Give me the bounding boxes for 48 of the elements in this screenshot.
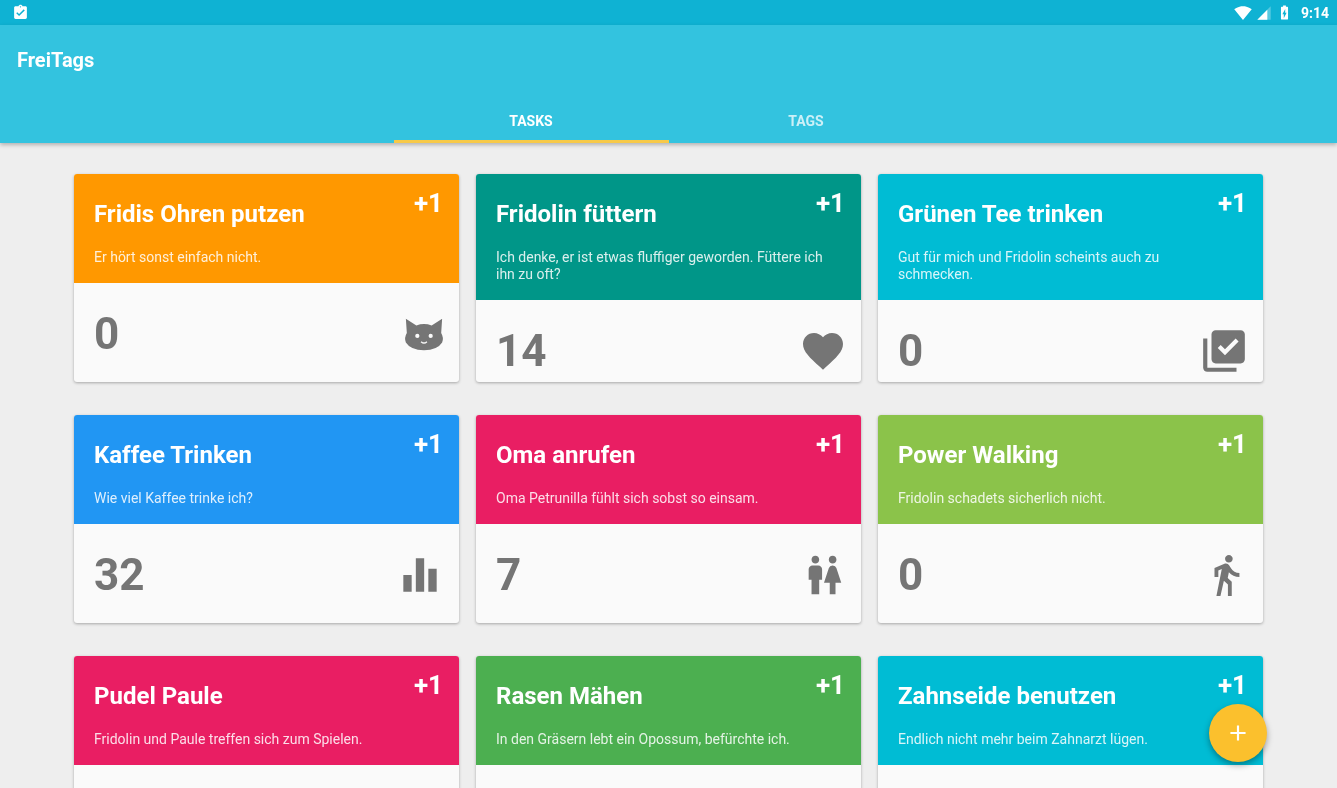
increment-button[interactable]: +1 (1217, 670, 1247, 700)
app-title: FreiTags (16, 47, 96, 74)
task-title: Grünen Tee trinken (898, 200, 1104, 228)
increment-button[interactable]: +1 (413, 429, 443, 459)
task-description: Ich denke, er ist etwas fluffiger geworden. Füttere ich ihn zu oft? (496, 249, 824, 283)
task-card[interactable]: Grünen Tee trinken Gut für mich und Fridolin scheints auch zu schmecken. +1 0 (878, 174, 1263, 382)
task-count: 7 (496, 548, 522, 601)
tab[interactable]: TASKS (393, 101, 669, 143)
task-description: Fridolin und Paule treffen sich zum Spielen. (94, 731, 364, 748)
task-description: Fridolin schadets sicherlich nicht. (898, 490, 1107, 507)
increment-button[interactable]: +1 (815, 670, 845, 700)
task-count: 0 (898, 324, 924, 377)
task-title: Oma anrufen (496, 441, 636, 469)
task-title: Fridolin füttern (496, 200, 657, 228)
increment-button[interactable]: +1 (413, 188, 443, 218)
task-description: Er hört sonst einfach nicht. (94, 249, 263, 266)
task-card[interactable]: Pudel Paule Fridolin und Paule treffen sich zum Spielen. +1 (74, 656, 459, 788)
task-card[interactable]: Fridolin füttern Ich denke, er ist etwas fluffiger geworden. Füttere ich ihn zu oft? +1 14 (476, 174, 861, 382)
task-count: 14 (496, 324, 547, 377)
increment-button[interactable]: +1 (1217, 188, 1247, 218)
wifi-icon (1233, 3, 1252, 22)
clock-time: 9:14 (1300, 4, 1329, 21)
signal-icon (1255, 4, 1272, 21)
clipboard-icon (12, 4, 29, 21)
task-card[interactable]: Power Walking Fridolin schadets sicherlich nicht. +1 0 (878, 415, 1263, 623)
task-description: Endlich nicht mehr beim Zahnarzt lügen. (898, 731, 1149, 748)
task-card[interactable]: Fridis Ohren putzen Er hört sonst einfach nicht. +1 0 (74, 174, 459, 382)
task-description: In den Gräsern lebt ein Opossum, befürchte ich. (496, 731, 791, 748)
task-count: 32 (94, 548, 145, 601)
task-description: Oma Petrunilla fühlt sich sobst so einsam. (496, 490, 760, 507)
task-card[interactable]: Rasen Mähen In den Gräsern lebt ein Opossum, befürchte ich. +1 (476, 656, 861, 788)
task-description: Gut für mich und Fridolin scheints auch zu schmecken. (898, 249, 1161, 283)
increment-button[interactable]: +1 (1217, 429, 1247, 459)
task-title: Power Walking (898, 441, 1059, 469)
task-card[interactable]: Oma anrufen Oma Petrunilla fühlt sich sobst so einsam. +1 7 (476, 415, 861, 623)
task-title: Zahnseide benutzen (898, 682, 1117, 710)
task-count: 0 (898, 548, 924, 601)
task-card[interactable]: Zahnseide benutzen Endlich nicht mehr beim Zahnarzt lügen. +1 (878, 656, 1263, 788)
task-title: Fridis Ohren putzen (94, 200, 305, 228)
task-count: 0 (94, 307, 120, 360)
task-title: Pudel Paule (94, 682, 223, 710)
increment-button[interactable]: +1 (815, 429, 845, 459)
task-title: Rasen Mähen (496, 682, 643, 710)
task-card[interactable]: Kaffee Trinken Wie viel Kaffee trinke ich? +1 32 (74, 415, 459, 623)
increment-button[interactable]: +1 (815, 188, 845, 218)
task-description: Wie viel Kaffee trinke ich? (94, 490, 254, 507)
task-title: Kaffee Trinken (94, 441, 252, 469)
increment-button[interactable]: +1 (413, 670, 443, 700)
